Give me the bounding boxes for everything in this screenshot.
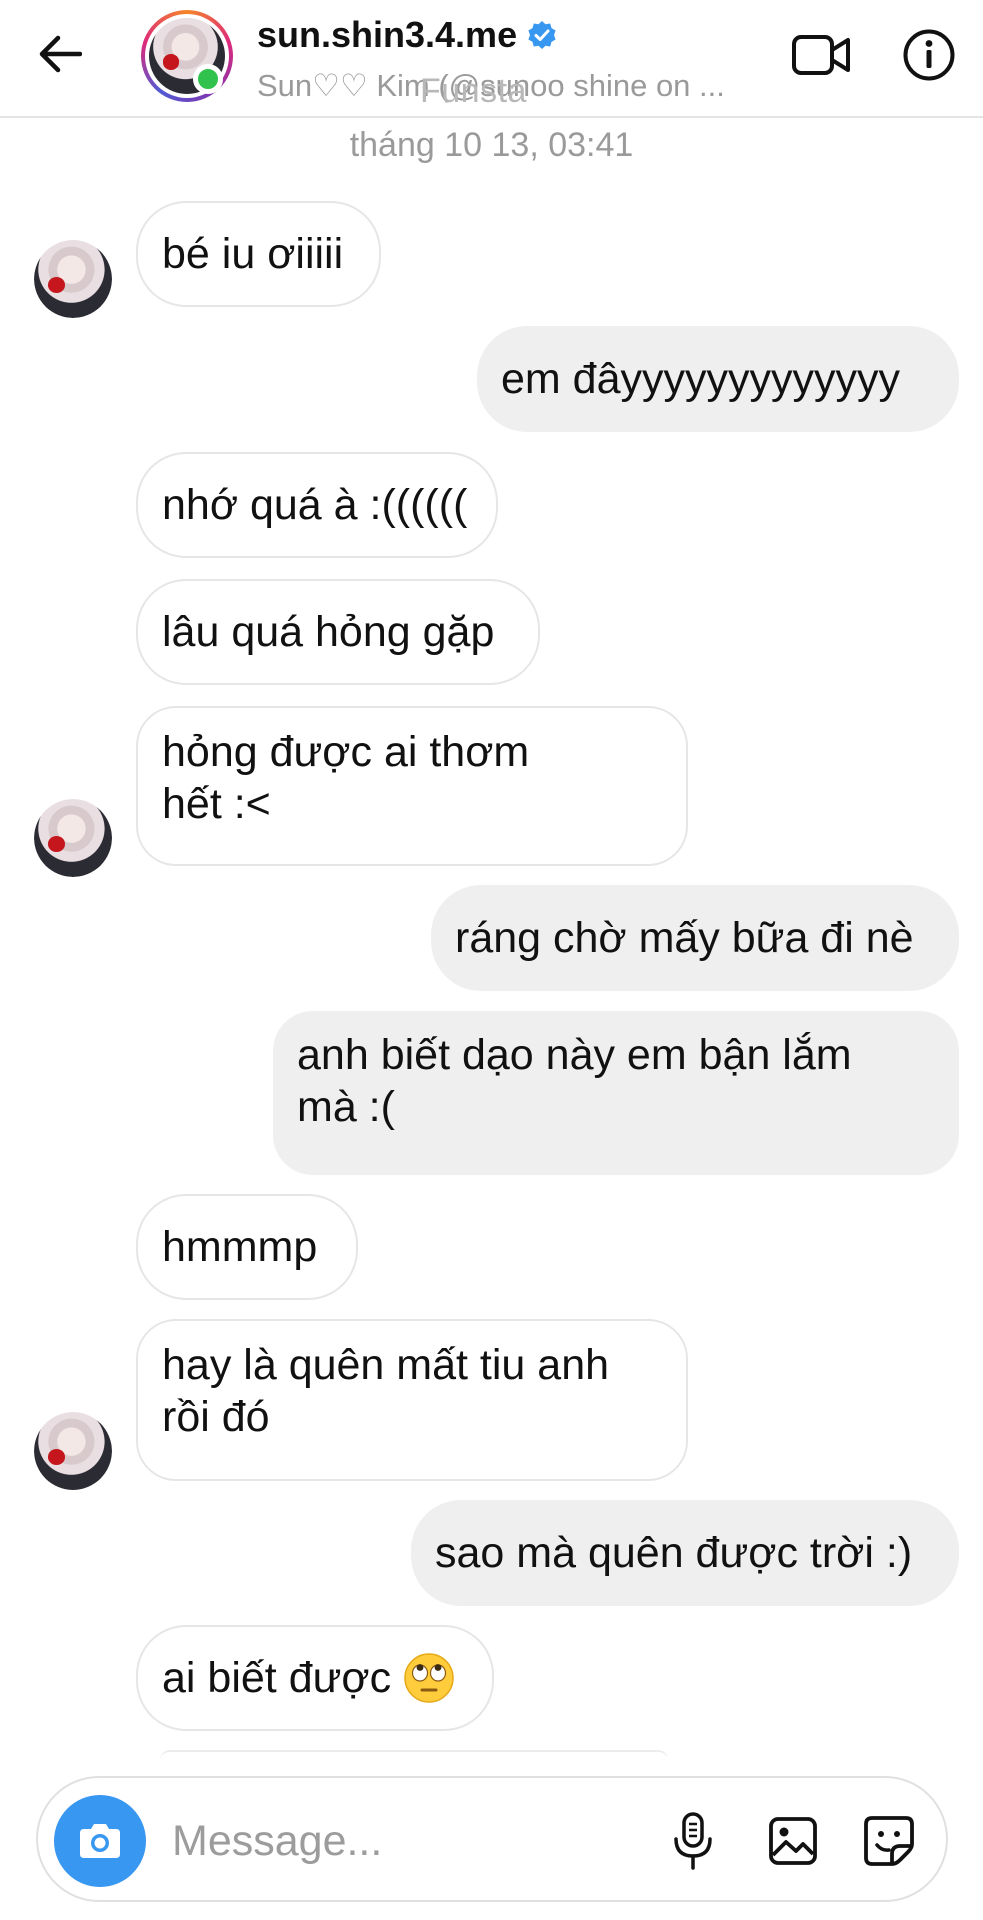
message-bubble-incoming[interactable]: hay là quên mất tiu anh rồi đó [136, 1319, 688, 1481]
avatar-image [34, 240, 112, 318]
username-text: sun.shin3.4.me [257, 14, 518, 55]
message-bubble-outgoing[interactable]: ráng chờ mấy bữa đi nè [431, 885, 959, 991]
arrow-left-icon [39, 35, 82, 73]
sticker-icon [864, 1816, 914, 1866]
message-timestamp: tháng 10 13, 03:41 [349, 126, 634, 164]
video-call-button[interactable] [788, 22, 854, 88]
video-call-icon [792, 35, 850, 75]
chat-header: sun.shin3.4.me Sun♡♡ Kim (@sunoo shine o… [0, 0, 983, 118]
message-bubble-incoming[interactable]: hỏng được ai thơm hết :< [136, 706, 688, 866]
gallery-button[interactable] [758, 1806, 828, 1876]
watermark-overlay-text: Funsta [420, 72, 527, 110]
message-text: bé iu ơiiiii [162, 230, 344, 278]
message-bubble-partial [160, 1750, 668, 1760]
microphone-icon [674, 1812, 712, 1870]
back-button[interactable] [28, 22, 92, 86]
camera-icon [80, 1824, 120, 1858]
chat-username[interactable]: sun.shin3.4.me [257, 14, 557, 56]
message-composer [36, 1776, 948, 1902]
message-text: lâu quá hỏng gặp [162, 608, 495, 656]
verified-badge-icon [528, 21, 556, 49]
message-bubble-incoming[interactable]: bé iu ơiiiii [136, 201, 381, 307]
message-text: hmmmp [162, 1223, 318, 1271]
avatar-image [34, 799, 112, 877]
chat-subtitle: Sun♡♡ Kim (@sunoo shine on ... [257, 68, 725, 103]
online-status-dot [193, 64, 223, 94]
message-text: nhớ quá à :(((((( [162, 481, 468, 529]
sticker-button[interactable] [854, 1806, 924, 1876]
voice-message-button[interactable] [658, 1806, 728, 1876]
gallery-icon [769, 1817, 817, 1865]
message-text: hay là quên mất tiu anh rồi đó [162, 1341, 610, 1441]
info-icon [903, 29, 955, 81]
message-bubble-incoming[interactable]: hmmmp [136, 1194, 358, 1300]
avatar-image [34, 1412, 112, 1490]
info-button[interactable] [896, 22, 962, 88]
message-bubble-outgoing[interactable]: em đâyyyyyyyyyyyyy [477, 326, 959, 432]
message-input[interactable] [172, 1808, 552, 1874]
message-text: em đâyyyyyyyyyyyyy [501, 355, 901, 403]
message-text: anh biết dạo này em bận lắm mà :( [297, 1031, 852, 1131]
eye-roll-emoji-icon [404, 1653, 454, 1703]
camera-button[interactable] [54, 1795, 146, 1887]
message-text: ai biết được [162, 1654, 392, 1702]
message-bubble-outgoing[interactable]: sao mà quên được trời :) [411, 1500, 959, 1606]
message-bubble-incoming[interactable]: ai biết được [136, 1625, 494, 1731]
message-bubble-incoming[interactable]: nhớ quá à :(((((( [136, 452, 498, 558]
message-bubble-incoming[interactable]: lâu quá hỏng gặp [136, 579, 540, 685]
sender-avatar[interactable] [34, 1412, 112, 1490]
sender-avatar[interactable] [34, 240, 112, 318]
message-text: sao mà quên được trời :) [435, 1529, 913, 1577]
message-text: ráng chờ mấy bữa đi nè [455, 914, 914, 962]
message-bubble-outgoing[interactable]: anh biết dạo này em bận lắm mà :( [273, 1011, 959, 1175]
message-text: hỏng được ai thơm hết :< [162, 728, 530, 828]
sender-avatar[interactable] [34, 799, 112, 877]
